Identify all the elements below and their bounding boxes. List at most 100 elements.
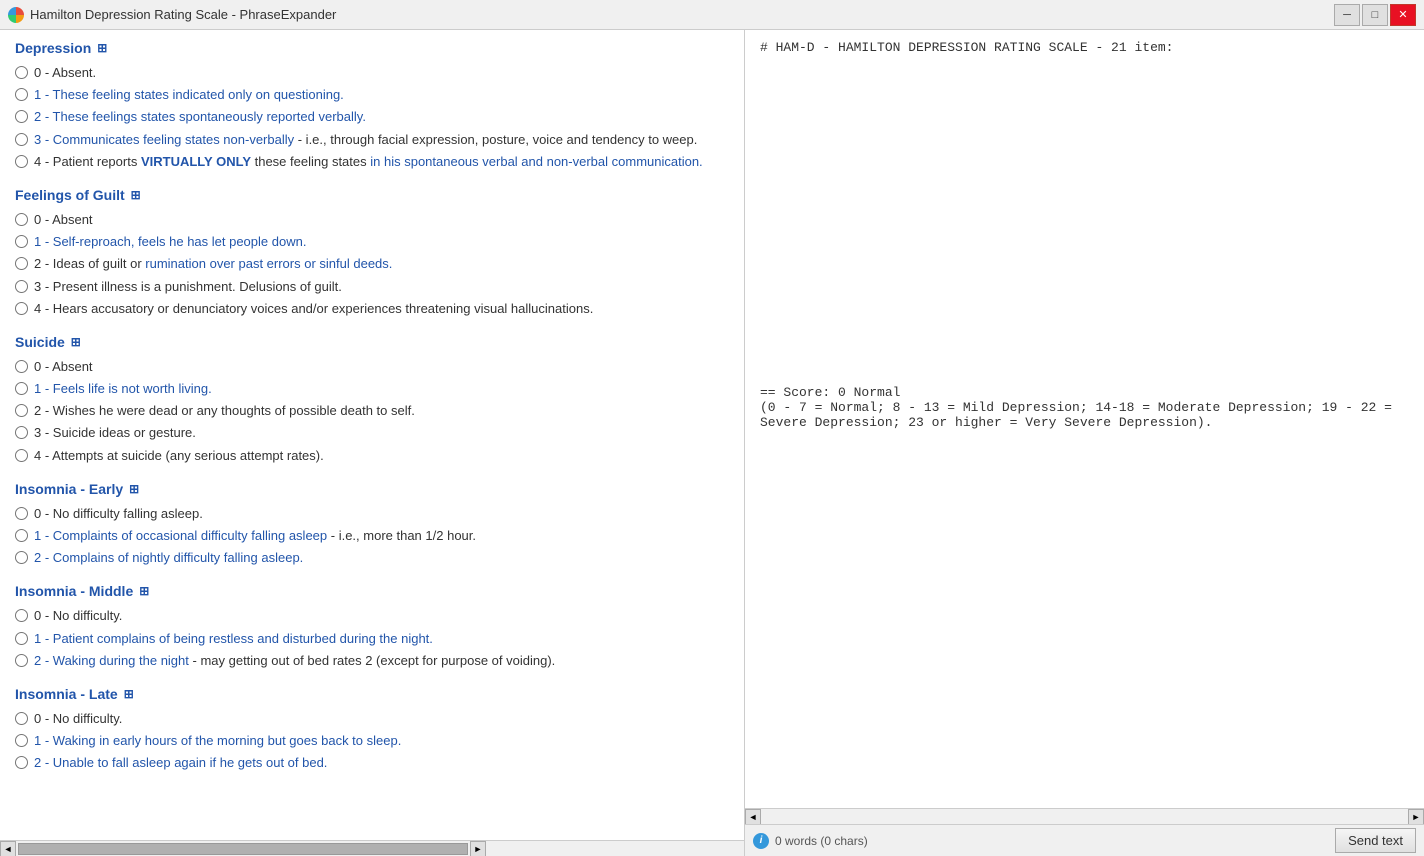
list-item: 2 - Unable to fall asleep again if he ge… xyxy=(15,754,729,772)
guilt-radio-1[interactable] xyxy=(15,235,28,248)
title-bar-title: Hamilton Depression Rating Scale - Phras… xyxy=(30,7,336,22)
guilt-radio-3[interactable] xyxy=(15,280,28,293)
section-suicide: Suicide ⊞ 0 - Absent 1 - Feels life is n… xyxy=(15,334,729,465)
insomnia-late-edit-icon[interactable]: ⊞ xyxy=(124,687,134,701)
guilt-radio-0[interactable] xyxy=(15,213,28,226)
suicide-radio-0[interactable] xyxy=(15,360,28,373)
suicide-label-0: 0 - Absent xyxy=(34,358,93,376)
insomnia-early-radio-2[interactable] xyxy=(15,551,28,564)
left-horizontal-scrollbar[interactable]: ◄ ► xyxy=(0,840,744,856)
guilt-radio-4[interactable] xyxy=(15,302,28,315)
list-item: 3 - Suicide ideas or gesture. xyxy=(15,424,729,442)
guilt-label-1: 1 - Self-reproach, feels he has let peop… xyxy=(34,233,306,251)
section-feelings-of-guilt: Feelings of Guilt ⊞ 0 - Absent 1 - Self-… xyxy=(15,187,729,318)
feelings-of-guilt-edit-icon[interactable]: ⊞ xyxy=(131,188,141,202)
right-scroll-left-arrow[interactable]: ◄ xyxy=(745,809,761,825)
guilt-label-0: 0 - Absent xyxy=(34,211,93,229)
guilt-label-2: 2 - Ideas of guilt or rumination over pa… xyxy=(34,255,392,273)
depression-radio-4[interactable] xyxy=(15,155,28,168)
list-item: 0 - Absent xyxy=(15,211,729,229)
right-panel: # HAM-D - HAMILTON DEPRESSION RATING SCA… xyxy=(745,30,1424,856)
minimize-button[interactable]: ─ xyxy=(1334,4,1360,26)
insomnia-early-label-0: 0 - No difficulty falling asleep. xyxy=(34,505,203,523)
scroll-right-arrow[interactable]: ► xyxy=(470,841,486,856)
list-item: 1 - These feeling states indicated only … xyxy=(15,86,729,104)
insomnia-early-label-1: 1 - Complaints of occasional difficulty … xyxy=(34,527,476,545)
list-item: 2 - These feelings states spontaneously … xyxy=(15,108,729,126)
insomnia-late-radio-2[interactable] xyxy=(15,756,28,769)
list-item: 1 - Feels life is not worth living. xyxy=(15,380,729,398)
depression-edit-icon[interactable]: ⊞ xyxy=(97,41,107,55)
list-item: 0 - No difficulty falling asleep. xyxy=(15,505,729,523)
insomnia-early-radio-0[interactable] xyxy=(15,507,28,520)
insomnia-middle-edit-icon[interactable]: ⊞ xyxy=(139,584,149,598)
guilt-radio-2[interactable] xyxy=(15,257,28,270)
section-title-feelings-of-guilt: Feelings of Guilt ⊞ xyxy=(15,187,729,203)
insomnia-late-title-text: Insomnia - Late xyxy=(15,686,118,702)
scroll-left-arrow[interactable]: ◄ xyxy=(0,841,16,856)
section-depression: Depression ⊞ 0 - Absent. 1 - These feeli… xyxy=(15,40,729,171)
list-item: 4 - Patient reports VIRTUALLY ONLY these… xyxy=(15,153,729,171)
suicide-label-4: 4 - Attempts at suicide (any serious att… xyxy=(34,447,324,465)
list-item: 4 - Hears accusatory or denunciatory voi… xyxy=(15,300,729,318)
app-icon xyxy=(8,7,24,23)
maximize-button[interactable]: □ xyxy=(1362,4,1388,26)
list-item: 2 - Complains of nightly difficulty fall… xyxy=(15,549,729,567)
section-title-insomnia-late: Insomnia - Late ⊞ xyxy=(15,686,729,702)
depression-label-2: 2 - These feelings states spontaneously … xyxy=(34,108,366,126)
depression-label-1: 1 - These feeling states indicated only … xyxy=(34,86,344,104)
list-item: 0 - No difficulty. xyxy=(15,710,729,728)
depression-radio-1[interactable] xyxy=(15,88,28,101)
suicide-radio-4[interactable] xyxy=(15,449,28,462)
insomnia-middle-title-text: Insomnia - Middle xyxy=(15,583,133,599)
insomnia-late-radio-0[interactable] xyxy=(15,712,28,725)
list-item: 3 - Present illness is a punishment. Del… xyxy=(15,278,729,296)
insomnia-late-radio-1[interactable] xyxy=(15,734,28,747)
insomnia-middle-radio-0[interactable] xyxy=(15,609,28,622)
insomnia-middle-radio-1[interactable] xyxy=(15,632,28,645)
depression-radio-0[interactable] xyxy=(15,66,28,79)
list-item: 2 - Waking during the night - may gettin… xyxy=(15,652,729,670)
status-info: i 0 words (0 chars) xyxy=(753,833,868,849)
send-text-button[interactable]: Send text xyxy=(1335,828,1416,853)
feelings-of-guilt-title-text: Feelings of Guilt xyxy=(15,187,125,203)
suicide-label-2: 2 - Wishes he were dead or any thoughts … xyxy=(34,402,415,420)
section-title-suicide: Suicide ⊞ xyxy=(15,334,729,350)
section-insomnia-late: Insomnia - Late ⊞ 0 - No difficulty. 1 -… xyxy=(15,686,729,773)
insomnia-early-edit-icon[interactable]: ⊞ xyxy=(129,482,139,496)
status-word-count: 0 words (0 chars) xyxy=(775,834,868,848)
right-horizontal-scrollbar[interactable]: ◄ ► xyxy=(745,808,1424,824)
close-button[interactable]: ✕ xyxy=(1390,4,1416,26)
suicide-radio-1[interactable] xyxy=(15,382,28,395)
suicide-radio-2[interactable] xyxy=(15,404,28,417)
guilt-label-3: 3 - Present illness is a punishment. Del… xyxy=(34,278,342,296)
insomnia-early-radio-1[interactable] xyxy=(15,529,28,542)
list-item: 1 - Self-reproach, feels he has let peop… xyxy=(15,233,729,251)
right-scroll-track xyxy=(761,809,1408,824)
suicide-label-1: 1 - Feels life is not worth living. xyxy=(34,380,212,398)
list-item: 1 - Waking in early hours of the morning… xyxy=(15,732,729,750)
scroll-thumb-horizontal[interactable] xyxy=(18,843,468,855)
section-title-depression: Depression ⊞ xyxy=(15,40,729,56)
list-item: 3 - Communicates feeling states non-verb… xyxy=(15,131,729,149)
depression-radio-2[interactable] xyxy=(15,110,28,123)
main-container: Depression ⊞ 0 - Absent. 1 - These feeli… xyxy=(0,30,1424,856)
insomnia-early-label-2: 2 - Complains of nightly difficulty fall… xyxy=(34,549,303,567)
suicide-label-3: 3 - Suicide ideas or gesture. xyxy=(34,424,196,442)
right-text-content[interactable]: # HAM-D - HAMILTON DEPRESSION RATING SCA… xyxy=(745,30,1424,808)
list-item: 1 - Patient complains of being restless … xyxy=(15,630,729,648)
insomnia-middle-radio-2[interactable] xyxy=(15,654,28,667)
list-item: 2 - Wishes he were dead or any thoughts … xyxy=(15,402,729,420)
info-icon: i xyxy=(753,833,769,849)
depression-title-text: Depression xyxy=(15,40,91,56)
suicide-radio-3[interactable] xyxy=(15,426,28,439)
insomnia-middle-label-0: 0 - No difficulty. xyxy=(34,607,122,625)
suicide-edit-icon[interactable]: ⊞ xyxy=(71,335,81,349)
depression-radio-3[interactable] xyxy=(15,133,28,146)
left-scroll-area[interactable]: Depression ⊞ 0 - Absent. 1 - These feeli… xyxy=(0,30,744,840)
depression-label-0: 0 - Absent. xyxy=(34,64,96,82)
insomnia-late-label-1: 1 - Waking in early hours of the morning… xyxy=(34,732,401,750)
insomnia-late-label-0: 0 - No difficulty. xyxy=(34,710,122,728)
depression-label-4: 4 - Patient reports VIRTUALLY ONLY these… xyxy=(34,153,703,171)
right-scroll-right-arrow[interactable]: ► xyxy=(1408,809,1424,825)
